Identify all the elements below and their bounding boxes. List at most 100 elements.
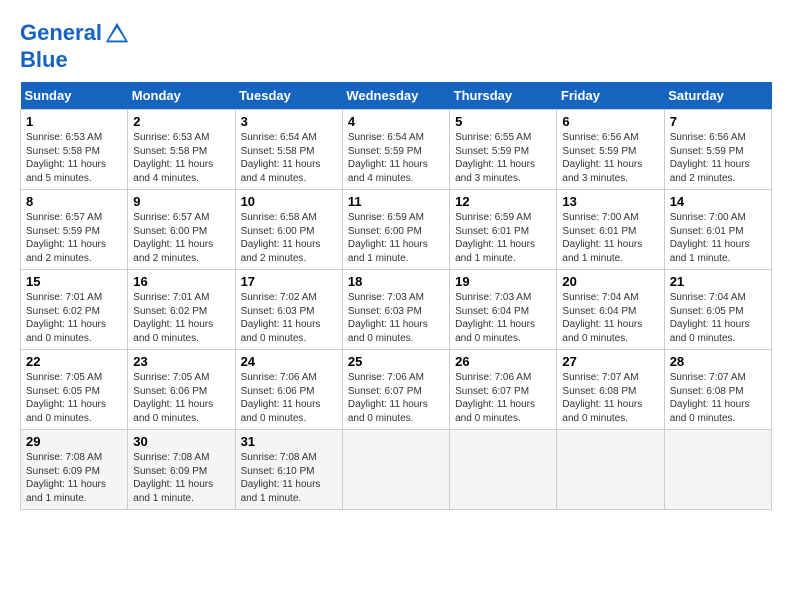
calendar-cell: 18 Sunrise: 7:03 AM Sunset: 6:03 PM Dayli… bbox=[342, 270, 449, 350]
day-info: Sunrise: 6:54 AM Sunset: 5:59 PM Dayligh… bbox=[348, 131, 444, 185]
weekday-header-tuesday: Tuesday bbox=[235, 82, 342, 110]
day-info: Sunrise: 7:07 AM Sunset: 6:08 PM Dayligh… bbox=[670, 371, 766, 425]
day-number: 17 bbox=[241, 274, 337, 289]
day-number: 25 bbox=[348, 354, 444, 369]
day-info: Sunrise: 7:03 AM Sunset: 6:04 PM Dayligh… bbox=[455, 291, 551, 345]
calendar-table: SundayMondayTuesdayWednesdayThursdayFrid… bbox=[20, 82, 772, 510]
calendar-cell: 20 Sunrise: 7:04 AM Sunset: 6:04 PM Dayli… bbox=[557, 270, 664, 350]
day-info: Sunrise: 7:01 AM Sunset: 6:02 PM Dayligh… bbox=[133, 291, 229, 345]
day-number: 9 bbox=[133, 194, 229, 209]
day-number: 20 bbox=[562, 274, 658, 289]
day-number: 14 bbox=[670, 194, 766, 209]
calendar-cell: 13 Sunrise: 7:00 AM Sunset: 6:01 PM Dayli… bbox=[557, 190, 664, 270]
day-number: 26 bbox=[455, 354, 551, 369]
day-number: 7 bbox=[670, 114, 766, 129]
day-info: Sunrise: 6:54 AM Sunset: 5:58 PM Dayligh… bbox=[241, 131, 337, 185]
calendar-cell: 15 Sunrise: 7:01 AM Sunset: 6:02 PM Dayli… bbox=[21, 270, 128, 350]
weekday-header-saturday: Saturday bbox=[664, 82, 771, 110]
calendar-cell bbox=[450, 430, 557, 510]
day-number: 31 bbox=[241, 434, 337, 449]
calendar-cell: 27 Sunrise: 7:07 AM Sunset: 6:08 PM Dayli… bbox=[557, 350, 664, 430]
calendar-cell: 10 Sunrise: 6:58 AM Sunset: 6:00 PM Dayli… bbox=[235, 190, 342, 270]
calendar-cell: 6 Sunrise: 6:56 AM Sunset: 5:59 PM Daylig… bbox=[557, 110, 664, 190]
day-info: Sunrise: 6:59 AM Sunset: 6:00 PM Dayligh… bbox=[348, 211, 444, 265]
calendar-cell: 21 Sunrise: 7:04 AM Sunset: 6:05 PM Dayli… bbox=[664, 270, 771, 350]
day-number: 21 bbox=[670, 274, 766, 289]
day-number: 19 bbox=[455, 274, 551, 289]
calendar-cell bbox=[557, 430, 664, 510]
day-info: Sunrise: 6:57 AM Sunset: 6:00 PM Dayligh… bbox=[133, 211, 229, 265]
day-number: 3 bbox=[241, 114, 337, 129]
calendar-cell: 1 Sunrise: 6:53 AM Sunset: 5:58 PM Daylig… bbox=[21, 110, 128, 190]
day-number: 27 bbox=[562, 354, 658, 369]
day-info: Sunrise: 7:05 AM Sunset: 6:06 PM Dayligh… bbox=[133, 371, 229, 425]
day-number: 16 bbox=[133, 274, 229, 289]
day-info: Sunrise: 7:03 AM Sunset: 6:03 PM Dayligh… bbox=[348, 291, 444, 345]
day-info: Sunrise: 6:57 AM Sunset: 5:59 PM Dayligh… bbox=[26, 211, 122, 265]
day-info: Sunrise: 7:01 AM Sunset: 6:02 PM Dayligh… bbox=[26, 291, 122, 345]
calendar-cell: 12 Sunrise: 6:59 AM Sunset: 6:01 PM Dayli… bbox=[450, 190, 557, 270]
day-info: Sunrise: 6:58 AM Sunset: 6:00 PM Dayligh… bbox=[241, 211, 337, 265]
calendar-cell: 2 Sunrise: 6:53 AM Sunset: 5:58 PM Daylig… bbox=[128, 110, 235, 190]
day-info: Sunrise: 6:56 AM Sunset: 5:59 PM Dayligh… bbox=[670, 131, 766, 185]
calendar-cell: 4 Sunrise: 6:54 AM Sunset: 5:59 PM Daylig… bbox=[342, 110, 449, 190]
day-number: 4 bbox=[348, 114, 444, 129]
day-number: 5 bbox=[455, 114, 551, 129]
calendar-cell: 29 Sunrise: 7:08 AM Sunset: 6:09 PM Dayli… bbox=[21, 430, 128, 510]
day-info: Sunrise: 6:59 AM Sunset: 6:01 PM Dayligh… bbox=[455, 211, 551, 265]
day-number: 13 bbox=[562, 194, 658, 209]
calendar-cell: 9 Sunrise: 6:57 AM Sunset: 6:00 PM Daylig… bbox=[128, 190, 235, 270]
calendar-cell: 24Sunrise: 7:06 AM Sunset: 6:06 PM Dayli… bbox=[235, 350, 342, 430]
calendar-cell: 3 Sunrise: 6:54 AM Sunset: 5:58 PM Daylig… bbox=[235, 110, 342, 190]
calendar-cell: 8Sunrise: 6:57 AM Sunset: 5:59 PM Daylig… bbox=[21, 190, 128, 270]
day-info: Sunrise: 7:08 AM Sunset: 6:10 PM Dayligh… bbox=[241, 451, 337, 505]
calendar-cell bbox=[664, 430, 771, 510]
logo: GeneralBlue bbox=[20, 20, 132, 72]
day-number: 23 bbox=[133, 354, 229, 369]
day-info: Sunrise: 6:53 AM Sunset: 5:58 PM Dayligh… bbox=[26, 131, 122, 185]
day-number: 28 bbox=[670, 354, 766, 369]
day-number: 22 bbox=[26, 354, 122, 369]
day-number: 11 bbox=[348, 194, 444, 209]
calendar-cell: 16 Sunrise: 7:01 AM Sunset: 6:02 PM Dayli… bbox=[128, 270, 235, 350]
day-info: Sunrise: 7:07 AM Sunset: 6:08 PM Dayligh… bbox=[562, 371, 658, 425]
day-info: Sunrise: 7:00 AM Sunset: 6:01 PM Dayligh… bbox=[562, 211, 658, 265]
day-number: 6 bbox=[562, 114, 658, 129]
day-info: Sunrise: 7:08 AM Sunset: 6:09 PM Dayligh… bbox=[133, 451, 229, 505]
day-info: Sunrise: 7:02 AM Sunset: 6:03 PM Dayligh… bbox=[241, 291, 337, 345]
day-number: 15 bbox=[26, 274, 122, 289]
calendar-cell: 28 Sunrise: 7:07 AM Sunset: 6:08 PM Dayli… bbox=[664, 350, 771, 430]
day-number: 18 bbox=[348, 274, 444, 289]
page-header: GeneralBlue bbox=[20, 20, 772, 72]
calendar-cell bbox=[342, 430, 449, 510]
calendar-cell: 5 Sunrise: 6:55 AM Sunset: 5:59 PM Daylig… bbox=[450, 110, 557, 190]
calendar-cell: 7 Sunrise: 6:56 AM Sunset: 5:59 PM Daylig… bbox=[664, 110, 771, 190]
weekday-header-friday: Friday bbox=[557, 82, 664, 110]
day-number: 2 bbox=[133, 114, 229, 129]
day-info: Sunrise: 7:00 AM Sunset: 6:01 PM Dayligh… bbox=[670, 211, 766, 265]
day-info: Sunrise: 6:55 AM Sunset: 5:59 PM Dayligh… bbox=[455, 131, 551, 185]
weekday-header-wednesday: Wednesday bbox=[342, 82, 449, 110]
day-info: Sunrise: 7:06 AM Sunset: 6:06 PM Dayligh… bbox=[241, 371, 337, 425]
day-info: Sunrise: 6:56 AM Sunset: 5:59 PM Dayligh… bbox=[562, 131, 658, 185]
calendar-cell: 26Sunrise: 7:06 AM Sunset: 6:07 PM Dayli… bbox=[450, 350, 557, 430]
calendar-cell: 23 Sunrise: 7:05 AM Sunset: 6:06 PM Dayli… bbox=[128, 350, 235, 430]
day-info: Sunrise: 7:08 AM Sunset: 6:09 PM Dayligh… bbox=[26, 451, 122, 505]
weekday-header-thursday: Thursday bbox=[450, 82, 557, 110]
day-info: Sunrise: 7:05 AM Sunset: 6:05 PM Dayligh… bbox=[26, 371, 122, 425]
day-info: Sunrise: 7:04 AM Sunset: 6:05 PM Dayligh… bbox=[670, 291, 766, 345]
logo-text: GeneralBlue bbox=[20, 20, 132, 72]
calendar-cell: 14 Sunrise: 7:00 AM Sunset: 6:01 PM Dayli… bbox=[664, 190, 771, 270]
day-number: 1 bbox=[26, 114, 122, 129]
day-number: 29 bbox=[26, 434, 122, 449]
calendar-cell: 25 Sunrise: 7:06 AM Sunset: 6:07 PM Dayli… bbox=[342, 350, 449, 430]
weekday-header-monday: Monday bbox=[128, 82, 235, 110]
day-info: Sunrise: 7:06 AM Sunset: 6:07 PM Dayligh… bbox=[348, 371, 444, 425]
calendar-cell: 22 Sunrise: 7:05 AM Sunset: 6:05 PM Dayli… bbox=[21, 350, 128, 430]
day-info: Sunrise: 7:04 AM Sunset: 6:04 PM Dayligh… bbox=[562, 291, 658, 345]
day-number: 12 bbox=[455, 194, 551, 209]
day-number: 10 bbox=[241, 194, 337, 209]
day-info: Sunrise: 6:53 AM Sunset: 5:58 PM Dayligh… bbox=[133, 131, 229, 185]
calendar-cell: 11 Sunrise: 6:59 AM Sunset: 6:00 PM Dayli… bbox=[342, 190, 449, 270]
weekday-header-sunday: Sunday bbox=[21, 82, 128, 110]
